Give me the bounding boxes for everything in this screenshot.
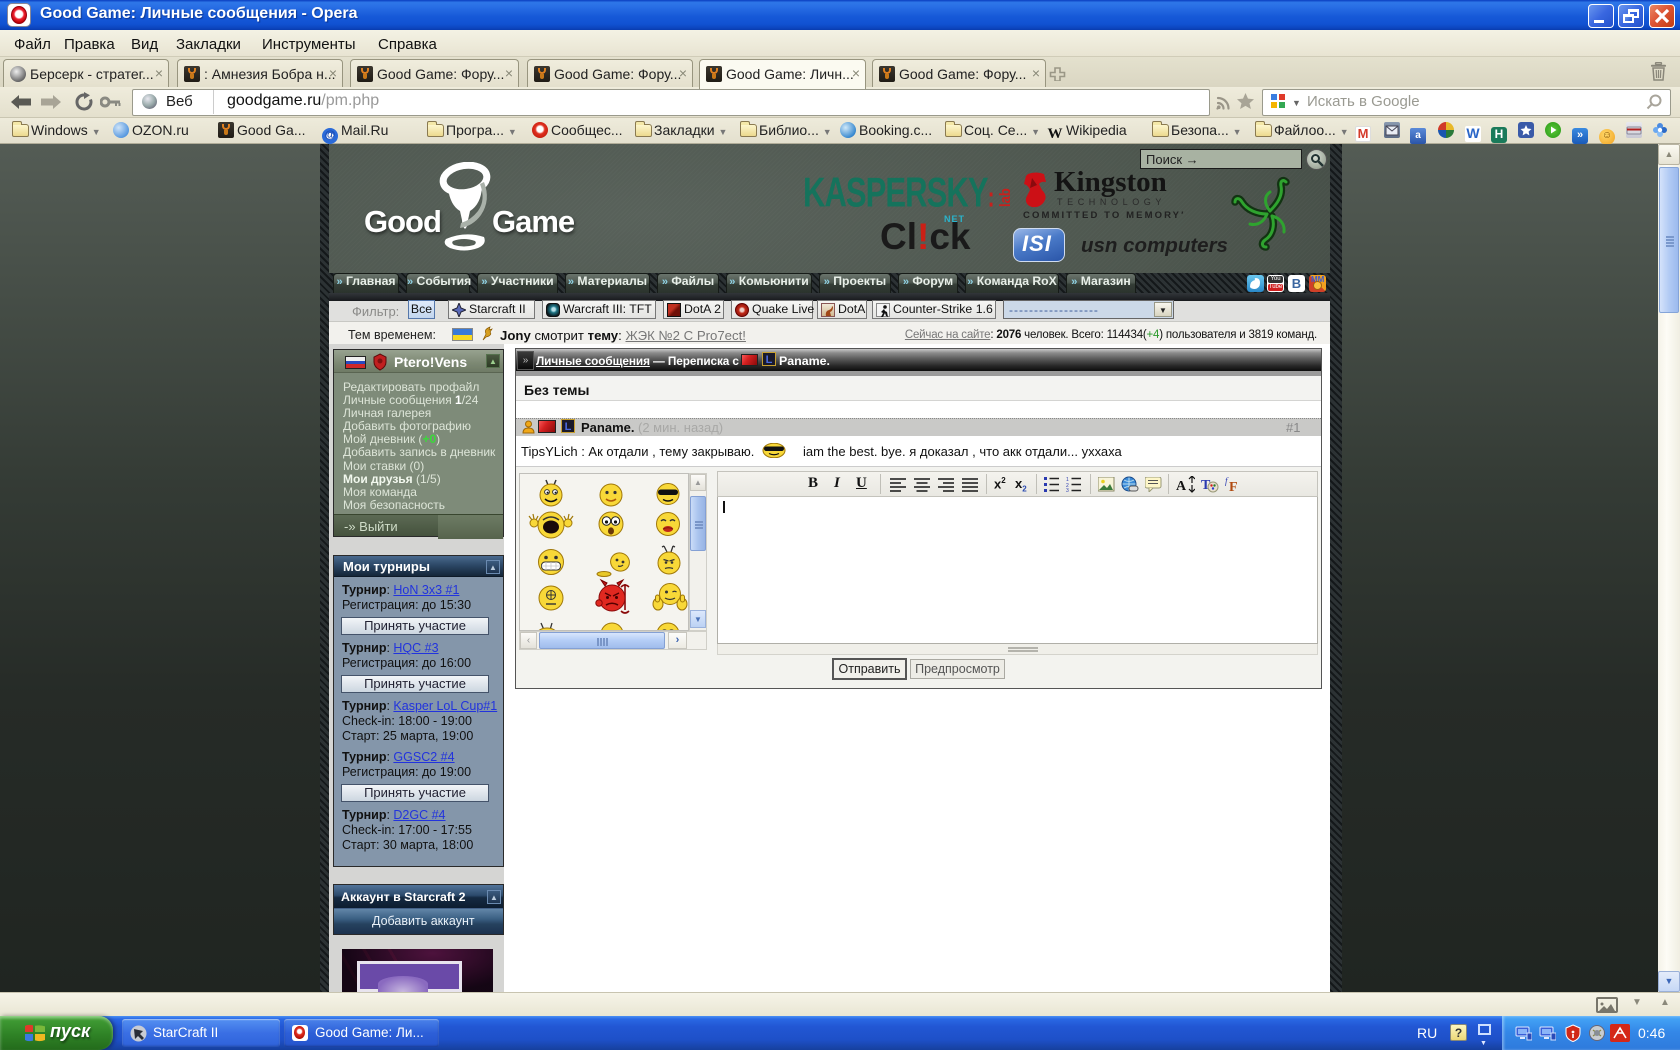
svg-text:3: 3: [1066, 488, 1069, 492]
svg-text:A: A: [1176, 479, 1187, 493]
svg-text:F: F: [1229, 480, 1238, 493]
